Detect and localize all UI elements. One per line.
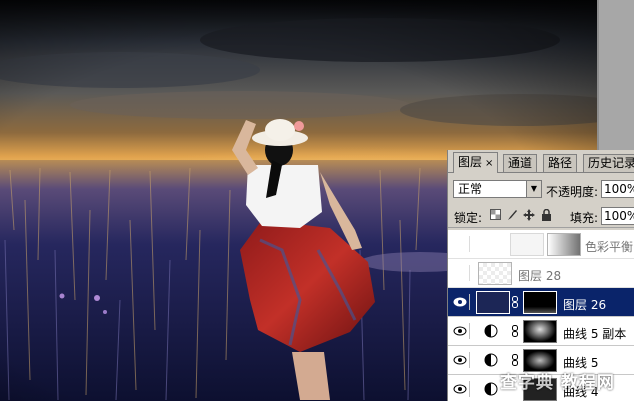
canvas-edge	[597, 0, 599, 150]
chain-link-icon	[512, 354, 518, 366]
opacity-input[interactable]: 100%	[601, 180, 634, 198]
padlock-icon[interactable]	[540, 208, 552, 221]
tab-label: 通道	[508, 156, 533, 170]
layers-panel: 图层× 通道 路径 历史记录 正常 ▼ 不透明度: 100% 锁定:	[447, 150, 634, 401]
fill-label: 填充:	[570, 211, 599, 225]
layer-thumbnail	[476, 291, 510, 314]
tab-label: 图层	[458, 155, 483, 169]
panel-tabs: 图层 × 通道 路径 历史记录	[448, 150, 634, 173]
layer-name: 曲线 5 副本	[563, 327, 627, 341]
move-lock-icon[interactable]	[523, 209, 535, 221]
blend-row: 正常 ▼ 不透明度: 100%	[448, 176, 634, 200]
visibility-toggle[interactable]	[451, 265, 470, 281]
checkerboard-lock-icon[interactable]	[489, 209, 501, 221]
eye-icon[interactable]	[451, 381, 470, 397]
layer-row[interactable]: 图层 26	[448, 288, 634, 317]
chain-link-icon	[512, 296, 518, 308]
layer-thumbnail	[510, 233, 544, 256]
eye-icon[interactable]	[451, 294, 470, 310]
layer-mask-thumbnail	[523, 320, 557, 343]
layer-row[interactable]: 图层 28	[448, 259, 634, 288]
tab-channels[interactable]: 通道	[503, 154, 538, 172]
tab-paths[interactable]: 路径	[543, 154, 578, 172]
layer-name: 图层 28	[518, 269, 562, 283]
layer-name: 色彩平衡 3	[585, 240, 634, 254]
eye-icon[interactable]	[451, 323, 470, 339]
curves-adjustment-icon	[484, 382, 498, 396]
layer-row[interactable]: 色彩平衡 3	[448, 230, 634, 259]
tab-label: 路径	[548, 156, 573, 170]
curves-adjustment-icon	[484, 324, 498, 338]
layer-row[interactable]: 曲线 5 副本	[448, 317, 634, 346]
watermark: 查字典 教程网	[500, 373, 615, 393]
blend-mode-select[interactable]: 正常 ▼	[453, 180, 542, 198]
layer-thumbnail	[478, 262, 512, 285]
fill-input[interactable]: 100%	[601, 207, 634, 225]
tab-layers[interactable]: 图层 ×	[453, 152, 499, 173]
canvas-background	[597, 0, 634, 150]
opacity-label: 不透明度:	[546, 185, 599, 199]
layer-mask-thumbnail	[547, 233, 581, 256]
brush-lock-icon[interactable]	[506, 209, 518, 221]
tab-history[interactable]: 历史记录	[583, 154, 634, 172]
chain-link-icon	[512, 325, 518, 337]
visibility-toggle[interactable]	[451, 236, 470, 252]
lock-row: 锁定: 填充: 100%	[448, 205, 634, 228]
eye-icon[interactable]	[451, 352, 470, 368]
dropdown-arrow-icon[interactable]: ▼	[526, 181, 541, 197]
layer-name: 图层 26	[563, 298, 607, 312]
close-icon[interactable]: ×	[485, 158, 493, 169]
blend-mode-value: 正常	[458, 182, 483, 196]
curves-adjustment-icon	[484, 353, 498, 367]
layer-mask-thumbnail	[523, 291, 557, 314]
lock-label: 锁定:	[454, 211, 483, 225]
tab-label: 历史记录	[588, 156, 634, 170]
